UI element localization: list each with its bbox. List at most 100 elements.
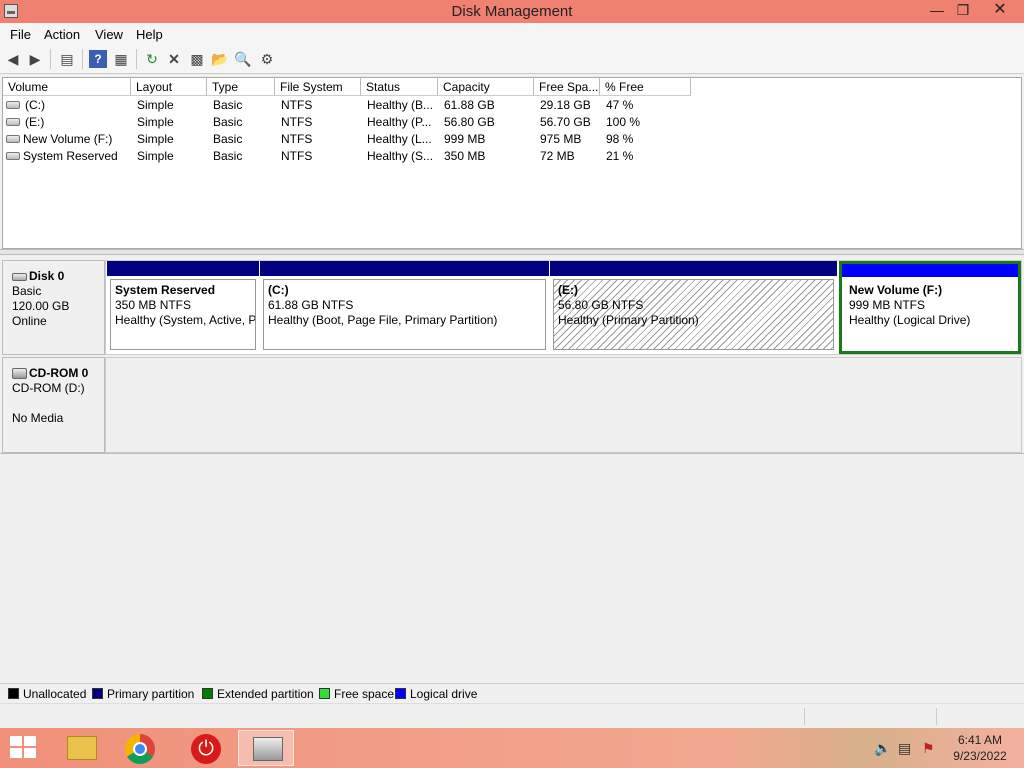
table-row[interactable]: (E:) Simple Basic NTFS Healthy (P... 56.…: [3, 114, 1021, 131]
open-icon[interactable]: 📂: [211, 50, 229, 68]
partition-size: 61.88 GB NTFS: [268, 298, 354, 312]
show-hide-console-tree-icon[interactable]: ▤: [58, 50, 76, 68]
menu-view[interactable]: View: [95, 27, 123, 42]
legend-label-extended: Extended partition: [217, 687, 314, 701]
capacity-cell: 56.80 GB: [444, 115, 495, 129]
capacity-cell: 61.88 GB: [444, 98, 495, 112]
status-cell: Healthy (P...: [367, 115, 432, 129]
clock[interactable]: 6:41 AM 9/23/2022: [940, 732, 1020, 764]
power-icon: ⏻: [191, 734, 221, 764]
drive-icon: [6, 118, 20, 126]
primary-partition-bar: [550, 261, 837, 276]
cdrom-0-area[interactable]: [105, 357, 1022, 453]
table-row[interactable]: New Volume (F:) Simple Basic NTFS Health…: [3, 131, 1021, 148]
table-row[interactable]: System Reserved Simple Basic NTFS Health…: [3, 148, 1021, 165]
file-system-cell: NTFS: [281, 98, 313, 112]
disk-0-partitions: System Reserved 350 MB NTFS Healthy (Sys…: [105, 260, 1022, 355]
toolbar-separator: [82, 49, 83, 69]
title-bar: Disk Management — ❐ ✕: [0, 0, 1024, 23]
free-space-cell: 29.18 GB: [540, 98, 591, 112]
type-cell: Basic: [213, 149, 243, 163]
partition-system-reserved[interactable]: System Reserved 350 MB NTFS Healthy (Sys…: [107, 261, 259, 354]
file-system-cell: NTFS: [281, 132, 313, 146]
help-icon[interactable]: ?: [89, 50, 107, 68]
file-explorer-taskbar-button[interactable]: [53, 730, 109, 766]
action-center-flag-icon[interactable]: ⚑: [922, 740, 935, 757]
hard-disk-icon: [12, 272, 27, 281]
menu-help[interactable]: Help: [136, 27, 163, 42]
legend-label-free-space: Free space: [334, 687, 395, 701]
back-icon[interactable]: ◀: [4, 50, 22, 68]
disk-0-size: 120.00 GB: [12, 299, 70, 313]
volume-muted-icon[interactable]: 🔈: [874, 740, 891, 757]
column-header-layout[interactable]: Layout: [131, 78, 207, 96]
partition-status: Healthy (Logical Drive): [849, 313, 971, 327]
volume-name: (C:): [25, 98, 45, 112]
divider: [0, 453, 1024, 454]
column-header-capacity[interactable]: Capacity: [438, 78, 534, 96]
settings-icon[interactable]: ⚙: [258, 50, 276, 68]
chrome-taskbar-button[interactable]: [113, 730, 169, 766]
partition-f[interactable]: New Volume (F:) 999 MB NTFS Healthy (Log…: [839, 261, 1021, 354]
capacity-cell: 350 MB: [444, 149, 486, 163]
layout-cell: Simple: [137, 132, 174, 146]
close-button[interactable]: ✕: [980, 0, 1020, 21]
refresh-icon[interactable]: ↻: [143, 50, 161, 68]
clock-date: 9/23/2022: [953, 749, 1007, 763]
column-header-file-system[interactable]: File System: [275, 78, 361, 96]
status-cell: Healthy (L...: [367, 132, 432, 146]
disk-0-name: Disk 0: [29, 269, 65, 283]
volume-list[interactable]: Volume Layout Type File System Status Ca…: [2, 77, 1022, 249]
cdrom-0-media: No Media: [12, 411, 64, 425]
type-cell: Basic: [213, 98, 243, 112]
properties-icon[interactable]: ▩: [188, 50, 206, 68]
partition-size: 350 MB NTFS: [115, 298, 192, 312]
partition-name: New Volume (F:): [849, 283, 943, 297]
column-header-volume[interactable]: Volume: [3, 78, 131, 96]
disk-management-icon: [253, 737, 283, 761]
network-icon[interactable]: ▤: [898, 740, 911, 757]
forward-icon[interactable]: ▶: [26, 50, 44, 68]
partition-size: 56.80 GB NTFS: [558, 298, 644, 312]
legend: Unallocated Primary partition Extended p…: [0, 683, 1024, 703]
show-action-pane-icon[interactable]: ▦: [112, 50, 130, 68]
logical-drive-bar: [842, 264, 1018, 277]
delete-icon[interactable]: ✕: [165, 50, 183, 68]
partition-c[interactable]: (C:) 61.88 GB NTFS Healthy (Boot, Page F…: [260, 261, 549, 354]
legend-swatch-unallocated: [8, 688, 19, 699]
folder-icon: [67, 736, 97, 760]
status-divider: [804, 708, 805, 725]
column-header-status[interactable]: Status: [361, 78, 438, 96]
explore-icon[interactable]: 🔍: [234, 50, 252, 68]
windows-start-icon[interactable]: [10, 736, 38, 760]
cdrom-0-name: CD-ROM 0: [29, 366, 89, 380]
menu-action[interactable]: Action: [44, 27, 80, 42]
shutdown-app-taskbar-button[interactable]: ⏻: [178, 730, 234, 766]
window-title: Disk Management: [451, 3, 573, 20]
free-space-cell: 975 MB: [540, 132, 582, 146]
disk-management-taskbar-button[interactable]: [238, 730, 294, 766]
layout-cell: Simple: [137, 115, 174, 129]
column-header-percent-free[interactable]: % Free: [600, 78, 691, 96]
cd-drive-icon: [12, 368, 27, 380]
partition-e[interactable]: (E:) 56.80 GB NTFS Healthy (Primary Part…: [550, 261, 837, 354]
disk-0-label[interactable]: Disk 0 Basic 120.00 GB Online: [2, 260, 105, 355]
legend-label-logical: Logical drive: [410, 687, 478, 701]
toolbar-separator: [50, 49, 51, 69]
column-header-free-space[interactable]: Free Spa...: [534, 78, 600, 96]
toolbar-separator: [136, 49, 137, 69]
cdrom-0-drive: CD-ROM (D:): [12, 381, 85, 395]
layout-cell: Simple: [137, 149, 174, 163]
table-row[interactable]: (C:) Simple Basic NTFS Healthy (B... 61.…: [3, 97, 1021, 114]
legend-swatch-primary: [92, 688, 103, 699]
legend-swatch-extended: [202, 688, 213, 699]
partition-size: 999 MB NTFS: [849, 298, 926, 312]
free-space-cell: 56.70 GB: [540, 115, 591, 129]
menu-file[interactable]: File: [10, 27, 31, 42]
clock-time: 6:41 AM: [957, 733, 1003, 747]
file-system-cell: NTFS: [281, 115, 313, 129]
cdrom-0-label[interactable]: CD-ROM 0 CD-ROM (D:) No Media: [2, 357, 105, 453]
restore-button[interactable]: ❐: [948, 0, 978, 21]
column-header-type[interactable]: Type: [207, 78, 275, 96]
percent-free-cell: 98 %: [606, 132, 634, 146]
